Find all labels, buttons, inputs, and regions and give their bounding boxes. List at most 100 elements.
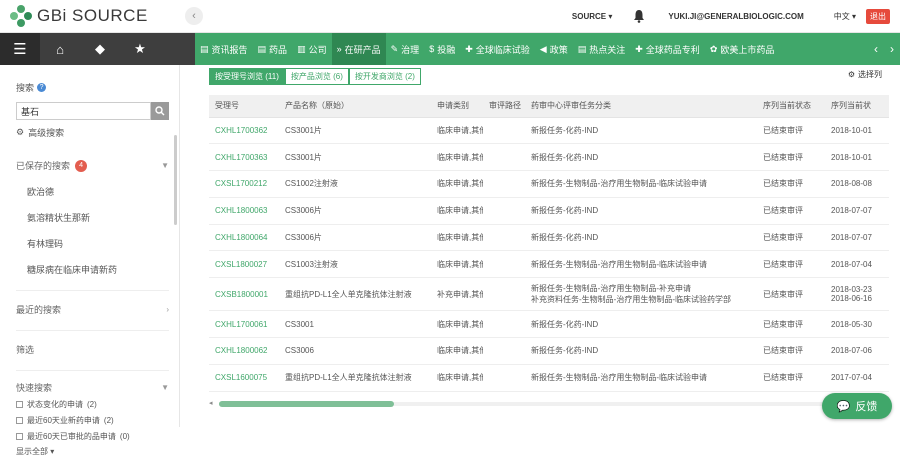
sidebar-scrollbar[interactable] — [174, 135, 177, 225]
quick-search-item[interactable]: 状态变化的申请 (2) — [16, 399, 169, 410]
table-row[interactable]: CXSL1800027 CS1003注射液 临床申请,其他 新报任务-生物制品-治疗用… — [209, 250, 889, 279]
quick-search-header[interactable]: 快速搜索 ▼ — [16, 381, 169, 394]
advanced-search-link[interactable]: ⚙ 高级搜索 — [16, 126, 169, 139]
acceptance-number-link[interactable]: CXHL1700363 — [209, 143, 279, 172]
table-cell: 临床申请,其他 — [431, 224, 483, 252]
checkbox[interactable] — [16, 433, 23, 440]
nav-next-icon[interactable]: › — [884, 42, 900, 56]
nav-item-icon: ▤ — [257, 43, 267, 54]
results-table: 受理号 产品名称（原始） 申请类别 审评路径 药审中心评审任务分类 序列当前状态 序列当前状… — [209, 95, 889, 392]
acceptance-number-link[interactable]: CXHL1800062 — [209, 337, 279, 365]
acceptance-number-link[interactable]: CXSB1800001 — [209, 277, 279, 312]
column-header[interactable]: 药审中心评审任务分类 — [525, 95, 757, 118]
collapse-sidebar-button[interactable]: ‹ — [185, 7, 203, 25]
nav-item-label: 投融 — [437, 44, 456, 55]
table-cell: CS3006片 — [279, 224, 431, 252]
nav-prev-icon[interactable]: ‹ — [868, 42, 884, 56]
nav-item-10[interactable]: ✿ 欧美上市药品 — [705, 33, 780, 65]
saved-search-item[interactable]: 糖尿病在临床申请新药 — [27, 263, 169, 276]
checkbox[interactable] — [16, 417, 23, 424]
select-columns-button[interactable]: ⚙ 选择列 — [848, 69, 882, 80]
table-row[interactable]: CXHL1800063 CS3006片 临床申请,其他 新报任务-化药-IND 已结束审… — [209, 197, 889, 225]
table-cell: 已结束审评 — [757, 170, 825, 198]
nav-item-icon: ◀ — [539, 43, 547, 54]
nav-item-5[interactable]: $ 投融 — [424, 33, 460, 65]
table-row[interactable]: CXHL1800062 CS3006 临床申请,其他 新报任务-化药-IND 已结束审评… — [209, 337, 889, 365]
table-row[interactable]: CXSL1700212 CS1002注射液 临床申请,其他 新报任务-生物制品-治疗用… — [209, 170, 889, 198]
quick-search-item[interactable]: 最近60天业新药申请 (2) — [16, 415, 169, 426]
table-row[interactable]: CXHL1700362 CS3001片 临床申请,其他 新报任务-化药-IND 已结束审… — [209, 117, 889, 145]
saved-searches-header[interactable]: 已保存的搜索 4 ▼ — [16, 159, 169, 172]
scroll-left-icon[interactable]: ◂ — [209, 399, 213, 407]
table-cell: 新报任务-生物制品-治疗用生物制品-临床试验申请 — [525, 364, 757, 392]
table-row[interactable]: CXSL1600075 重组抗PD-L1全人单克隆抗体注射液 临床申请,其他 新报任务… — [209, 364, 889, 392]
column-header[interactable]: 序列当前状态 — [757, 95, 825, 118]
acceptance-number-link[interactable]: CXSL1700212 — [209, 170, 279, 198]
user-account-menu[interactable]: YUKI.JI@GENERALBIOLOGIC.COM — [668, 12, 803, 21]
nav-item-2[interactable]: ▥ 公司 — [292, 33, 332, 65]
column-header[interactable]: 序列当前状 — [825, 95, 889, 118]
recent-searches-header[interactable]: 最近的搜索 › — [16, 303, 169, 316]
table-cell: 新报任务-化药-IND — [525, 197, 757, 225]
checkbox[interactable] — [16, 401, 23, 408]
tab-0[interactable]: 按受理号浏览 (11) — [209, 68, 285, 85]
horizontal-scrollbar[interactable]: ◂ — [209, 399, 889, 409]
scroll-thumb[interactable] — [219, 401, 394, 407]
column-header[interactable]: 审评路径 — [483, 95, 525, 118]
table-cell: 已结束审评 — [757, 224, 825, 252]
nav-item-0[interactable]: ▤ 资讯报告 — [195, 33, 253, 65]
nav-item-9[interactable]: ✚ 全球药品专利 — [630, 33, 705, 65]
feedback-button[interactable]: 💬 反馈 — [822, 393, 892, 419]
star-icon[interactable]: ★ — [120, 41, 160, 57]
acceptance-number-link[interactable]: CXSL1800027 — [209, 250, 279, 279]
column-header[interactable]: 申请类别 — [431, 95, 483, 118]
nav-item-label: 资讯报告 — [211, 44, 248, 55]
acceptance-number-link[interactable]: CXHL1800064 — [209, 224, 279, 252]
search-input[interactable] — [16, 102, 152, 120]
table-cell: 新报任务-化药-IND — [525, 224, 757, 252]
nav-item-8[interactable]: ▤ 热点关注 — [573, 33, 631, 65]
home-icon[interactable]: ⌂ — [40, 42, 80, 57]
source-menu[interactable]: SOURCE ▾ — [572, 12, 612, 21]
nav-item-4[interactable]: ✎ 治理 — [386, 33, 425, 65]
saved-search-item[interactable]: 有林理码 — [27, 237, 169, 250]
filter-header[interactable]: 筛选 — [16, 343, 169, 356]
table-cell: 重组抗PD-L1全人单克隆抗体注射液 — [279, 364, 431, 392]
table-cell: 临床申请,其他 — [431, 117, 483, 145]
nav-item-icon: » — [336, 44, 342, 54]
language-menu[interactable]: 中文 ▾ — [834, 11, 856, 22]
table-cell: 2018-10-01 — [825, 143, 889, 172]
table-cell: 已结束审评 — [757, 277, 825, 312]
tab-1[interactable]: 按产品浏览 (6) — [284, 68, 349, 85]
nav-item-3[interactable]: » 在研产品 — [331, 33, 386, 65]
nav-item-6[interactable]: ✚ 全球临床试验 — [460, 33, 535, 65]
tab-2[interactable]: 按开发商浏览 (2) — [348, 68, 421, 85]
nav-item-icon: ▥ — [297, 43, 306, 54]
table-row[interactable]: CXHL1800064 CS3006片 临床申请,其他 新报任务-化药-IND 已结束审… — [209, 224, 889, 252]
column-header[interactable]: 产品名称（原始） — [279, 95, 431, 118]
logo[interactable]: GBi SOURCE — [10, 5, 175, 27]
nav-item-1[interactable]: ▤ 药品 — [253, 33, 293, 65]
table-row[interactable]: CXHL1700363 CS3001片 临床申请,其他 新报任务-化药-IND 已结束审… — [209, 143, 889, 172]
quick-search-item[interactable]: 最近60天已审批的品申请 (0) — [16, 431, 169, 442]
acceptance-number-link[interactable]: CXHL1700362 — [209, 117, 279, 145]
menu-icon[interactable]: ☰ — [0, 33, 40, 65]
tag-icon[interactable]: ◆ — [80, 41, 120, 57]
table-cell: CS1002注射液 — [279, 170, 431, 198]
table-row[interactable]: CXHL1700061 CS3001 临床申请,其他 新报任务-化药-IND 已结束审评… — [209, 310, 889, 339]
saved-search-item[interactable]: 氨溶精状生那新 — [27, 211, 169, 224]
nav-item-7[interactable]: ◀ 政策 — [535, 33, 573, 65]
acceptance-number-link[interactable]: CXSL1600075 — [209, 364, 279, 392]
table-row[interactable]: CXSB1800001 重组抗PD-L1全人单克隆抗体注射液 补充申请,其他 新报任务… — [209, 277, 889, 312]
logout-button[interactable]: 退出 — [866, 8, 890, 24]
chevron-right-icon: › — [166, 305, 169, 314]
search-button[interactable] — [151, 102, 169, 120]
column-header[interactable]: 受理号 — [209, 95, 279, 118]
saved-search-item[interactable]: 欧治德 — [27, 185, 169, 198]
help-icon[interactable]: ? — [37, 83, 47, 92]
bell-icon[interactable] — [632, 9, 646, 23]
table-cell: 2018-07-07 — [825, 224, 889, 252]
acceptance-number-link[interactable]: CXHL1700061 — [209, 310, 279, 339]
show-all-link[interactable]: 显示全部 ▾ — [16, 446, 169, 457]
acceptance-number-link[interactable]: CXHL1800063 — [209, 197, 279, 225]
